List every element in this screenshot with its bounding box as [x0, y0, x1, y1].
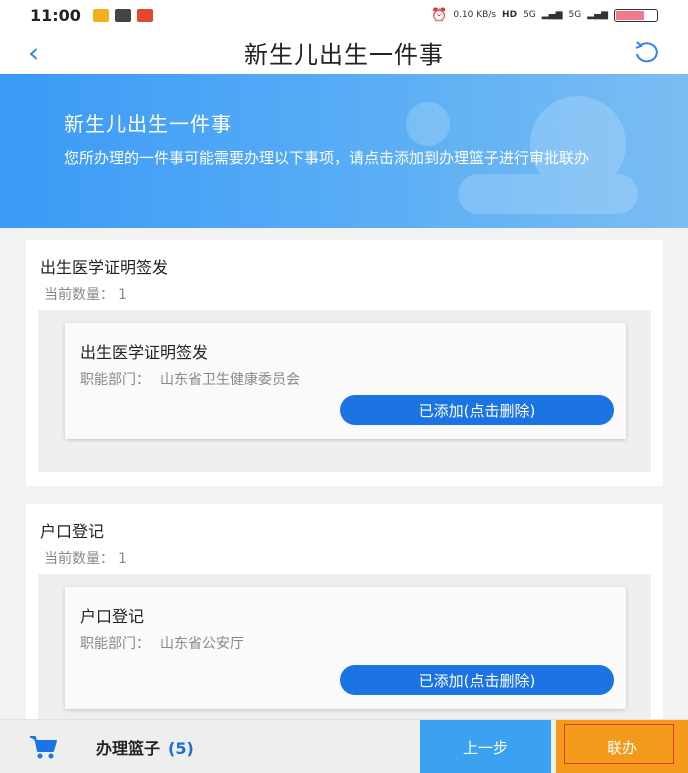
- battery-icon: [614, 8, 658, 22]
- banner-description: 您所办理的一件事可能需要办理以下事项，请点击添加到办理篮子进行审批联办: [64, 149, 590, 167]
- service-item-name: 户口登记: [80, 607, 145, 626]
- highlight-outline: [564, 724, 674, 764]
- app-badge-icon: [136, 8, 153, 22]
- basket-count: (5): [168, 739, 194, 758]
- refresh-icon[interactable]: [632, 40, 662, 64]
- battery-level: [616, 10, 644, 20]
- service-item-department: 职能部门： 山东省卫生健康委员会: [80, 369, 300, 389]
- signal-5g-1: 5G: [523, 10, 536, 20]
- page-title: 新生儿出生一件事: [244, 40, 444, 69]
- service-item: 出生医学证明签发 职能部门： 山东省卫生健康委员会 已添加(点击删除): [65, 323, 626, 439]
- section-title: 户口登记: [40, 522, 105, 541]
- signal-5g-2: 5G: [568, 10, 582, 20]
- nav-header: ‹ 新生儿出生一件事: [0, 30, 688, 74]
- dept-label: 职能部门：: [80, 636, 150, 652]
- remove-item-button[interactable]: 已添加(点击删除): [340, 665, 614, 695]
- section-items: 出生医学证明签发 职能部门： 山东省卫生健康委员会 已添加(点击删除): [38, 310, 651, 472]
- alarm-icon: ⏰: [431, 7, 448, 23]
- message-icon: [114, 8, 131, 22]
- signal-bars-icon: ▂▄▆: [587, 10, 608, 20]
- count-value: 1: [118, 551, 127, 567]
- service-item-department: 职能部门： 山东省公安厅: [80, 633, 244, 653]
- section-count: 当前数量： 1: [40, 548, 127, 568]
- previous-step-button[interactable]: 上一步: [420, 720, 551, 773]
- status-notification-icons: [92, 8, 153, 22]
- status-right: ⏰ 0.10 KB/s HD 5G ▂▄▆ 5G ▂▄▆: [431, 8, 658, 23]
- hd-icon: HD: [502, 10, 518, 20]
- count-label: 当前数量：: [44, 287, 114, 303]
- status-bar: 11:00 ⏰ 0.10 KB/s HD 5G ▂▄▆ 5G ▂▄▆: [0, 0, 688, 30]
- basket-label[interactable]: 办理篮子 (5): [96, 735, 194, 759]
- status-time: 11:00: [30, 5, 81, 25]
- section-count: 当前数量： 1: [40, 284, 127, 304]
- dept-value: 山东省卫生健康委员会: [160, 372, 300, 388]
- section-card: 户口登记 当前数量： 1 户口登记 职能部门： 山东省公安厅 已添加(点击删除): [26, 504, 663, 734]
- section-items: 户口登记 职能部门： 山东省公安厅 已添加(点击删除): [38, 574, 651, 734]
- remove-item-button[interactable]: 已添加(点击删除): [340, 395, 614, 425]
- count-label: 当前数量：: [44, 551, 114, 567]
- basket-title: 办理篮子: [96, 739, 161, 758]
- net-speed: 0.10 KB/s: [453, 10, 497, 20]
- banner: 新生儿出生一件事 您所办理的一件事可能需要办理以下事项，请点击添加到办理篮子进行…: [0, 74, 688, 228]
- cart-icon[interactable]: [28, 734, 58, 760]
- bottom-action-bar: 办理篮子 (5) 上一步 联办: [0, 719, 688, 773]
- section-title: 出生医学证明签发: [40, 258, 169, 277]
- dept-value: 山东省公安厅: [160, 636, 244, 652]
- service-item-name: 出生医学证明签发: [80, 343, 209, 362]
- section-card: 出生医学证明签发 当前数量： 1 出生医学证明签发 职能部门： 山东省卫生健康委员会…: [26, 240, 663, 486]
- dept-label: 职能部门：: [80, 372, 150, 388]
- joint-process-button[interactable]: 联办: [556, 720, 688, 773]
- banner-title: 新生儿出生一件事: [64, 112, 232, 136]
- service-item: 户口登记 职能部门： 山东省公安厅 已添加(点击删除): [65, 587, 626, 709]
- signal-bars-icon: ▂▄▆: [541, 10, 563, 20]
- count-value: 1: [118, 287, 127, 303]
- chevron-left-icon[interactable]: ‹: [28, 36, 39, 69]
- app-notification-icon: [92, 8, 109, 22]
